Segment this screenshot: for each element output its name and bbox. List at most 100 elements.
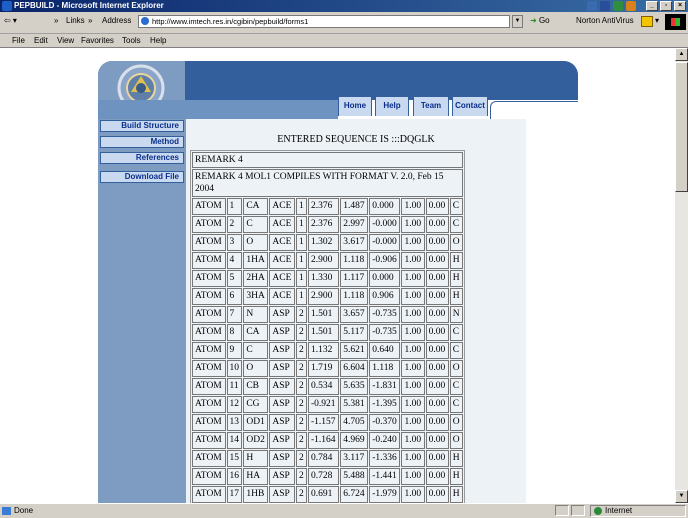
atom-cell: 1.00 — [401, 360, 425, 377]
atom-cell: 3.617 — [340, 234, 369, 251]
atom-cell: 1.00 — [401, 288, 425, 305]
atom-cell: CG — [243, 396, 269, 413]
status-panes — [555, 505, 585, 516]
atom-cell: 2 — [295, 432, 307, 449]
atom-cell: 1.00 — [401, 468, 425, 485]
atom-cell: 5.381 — [340, 396, 369, 413]
sidebar-item-download-file[interactable]: Download File — [100, 171, 184, 183]
atom-cell: 0.00 — [425, 342, 449, 359]
minimize-button[interactable]: _ — [646, 1, 658, 11]
table-row: ATOM 17 1HB ASP 2 0.691 6.724 -1.979 1.00 0.00 H — [192, 486, 463, 503]
atom-cell: ASP — [269, 396, 295, 413]
page-icon — [141, 17, 149, 25]
atom-cell: ASP — [269, 324, 295, 341]
atom-cell: 0.00 — [425, 324, 449, 341]
atom-cell: 1HB — [243, 486, 269, 503]
atom-cell: 3.117 — [340, 450, 369, 467]
atom-cell: 0.00 — [425, 396, 449, 413]
word-icon[interactable] — [600, 1, 610, 11]
atom-cell: 1.719 — [307, 360, 340, 377]
links-label[interactable]: Links — [66, 16, 85, 25]
tab-team[interactable]: Team — [413, 96, 449, 116]
atom-cell: 2 — [295, 396, 307, 413]
sidebar-item-build-structure[interactable]: Build Structure — [100, 120, 184, 132]
address-dropdown-button[interactable]: ▼ — [512, 15, 523, 28]
menu-help[interactable]: Help — [150, 36, 166, 45]
app-icon[interactable] — [587, 1, 597, 11]
atom-cell: N — [243, 306, 269, 323]
back-button[interactable]: ⇦ ▾ — [4, 16, 17, 25]
atom-cell: 0.00 — [425, 414, 449, 431]
tab-help[interactable]: Help — [375, 96, 409, 116]
vertical-scrollbar[interactable]: ▲ ▼ — [675, 48, 688, 503]
atom-cell: H — [449, 288, 463, 305]
atom-cell: ATOM — [192, 396, 226, 413]
atom-cell: 2 — [295, 486, 307, 503]
atom-cell: 0.906 — [369, 288, 401, 305]
menu-tools[interactable]: Tools — [122, 36, 141, 45]
atom-cell: 1.487 — [340, 198, 369, 215]
excel-icon[interactable] — [613, 1, 623, 11]
norton-icon[interactable] — [641, 16, 653, 27]
atom-cell: ACE — [269, 216, 295, 233]
go-button[interactable]: ➜ Go — [530, 16, 550, 25]
page-viewport: Home Help Team Contact Build Structure M… — [0, 48, 675, 503]
table-row: ATOM 9 C ASP 2 1.132 5.621 0.640 1.00 0.00 C — [192, 342, 463, 359]
table-row: ATOM 11 CB ASP 2 0.534 5.635 -1.831 1.00 0.00 C — [192, 378, 463, 395]
atom-cell: 1 — [295, 252, 307, 269]
outlook-icon[interactable] — [626, 1, 636, 11]
atom-cell: 17 — [226, 486, 243, 503]
atom-cell: 1.118 — [369, 360, 401, 377]
table-row: ATOM 1 CA ACE 1 2.376 1.487 0.000 1.00 0.00 C — [192, 198, 463, 215]
scroll-thumb[interactable] — [675, 62, 688, 192]
atom-cell: 2 — [295, 324, 307, 341]
sidebar-item-references[interactable]: References — [100, 152, 184, 164]
maximize-button[interactable]: ▫ — [660, 1, 672, 11]
atom-cell: -1.979 — [369, 486, 401, 503]
atom-cell: 1.330 — [307, 270, 340, 287]
scroll-down-button[interactable]: ▼ — [675, 490, 688, 503]
atom-cell: 2 — [226, 216, 243, 233]
atom-cell: 2HA — [243, 270, 269, 287]
atom-cell: 5.621 — [340, 342, 369, 359]
menu-favorites[interactable]: Favorites — [81, 36, 114, 45]
address-label: Address — [102, 16, 132, 25]
atom-cell: -1.831 — [369, 378, 401, 395]
tab-contact[interactable]: Contact — [452, 96, 488, 116]
go-arrow-icon: ➜ — [530, 16, 537, 25]
globe-icon — [594, 507, 602, 515]
atom-cell: C — [449, 342, 463, 359]
atom-cell: 2 — [295, 306, 307, 323]
norton-dropdown-icon[interactable]: ▾ — [655, 16, 659, 25]
menu-file[interactable]: File — [12, 36, 25, 45]
norton-label[interactable]: Norton AntiVirus — [576, 16, 634, 25]
address-input[interactable]: http://www.imtech.res.in/cgibin/pepbuild… — [138, 15, 510, 28]
sidebar-item-method[interactable]: Method — [100, 136, 184, 148]
atom-cell: 1.118 — [340, 252, 369, 269]
atom-cell: 5 — [226, 270, 243, 287]
atom-cell: -1.336 — [369, 450, 401, 467]
table-row: ATOM 4 1HA ACE 1 2.900 1.118 -0.906 1.00 0.00 H — [192, 252, 463, 269]
atom-cell: 11 — [226, 378, 243, 395]
atom-cell: 5.635 — [340, 378, 369, 395]
atom-cell: -1.157 — [307, 414, 340, 431]
menu-edit[interactable]: Edit — [34, 36, 48, 45]
scroll-up-button[interactable]: ▲ — [675, 48, 688, 61]
table-row: REMARK 4 — [192, 152, 463, 168]
toolbar-chevron[interactable]: » — [54, 16, 58, 25]
atom-cell: 0.00 — [425, 252, 449, 269]
links-chevron[interactable]: » — [88, 16, 92, 25]
atom-cell: O — [449, 234, 463, 251]
atom-cell: 0.00 — [425, 378, 449, 395]
atom-cell: 0.00 — [425, 216, 449, 233]
atom-cell: ATOM — [192, 468, 226, 485]
atom-cell: 0.728 — [307, 468, 340, 485]
atom-cell: HA — [243, 468, 269, 485]
atom-cell: 3.657 — [340, 306, 369, 323]
table-row: ATOM 16 HA ASP 2 0.728 5.488 -1.441 1.00 0.00 H — [192, 468, 463, 485]
atom-cell: 9 — [226, 342, 243, 359]
tab-home[interactable]: Home — [338, 96, 372, 116]
close-button[interactable]: × — [674, 1, 686, 11]
atom-cell: 2 — [295, 360, 307, 377]
menu-view[interactable]: View — [57, 36, 74, 45]
